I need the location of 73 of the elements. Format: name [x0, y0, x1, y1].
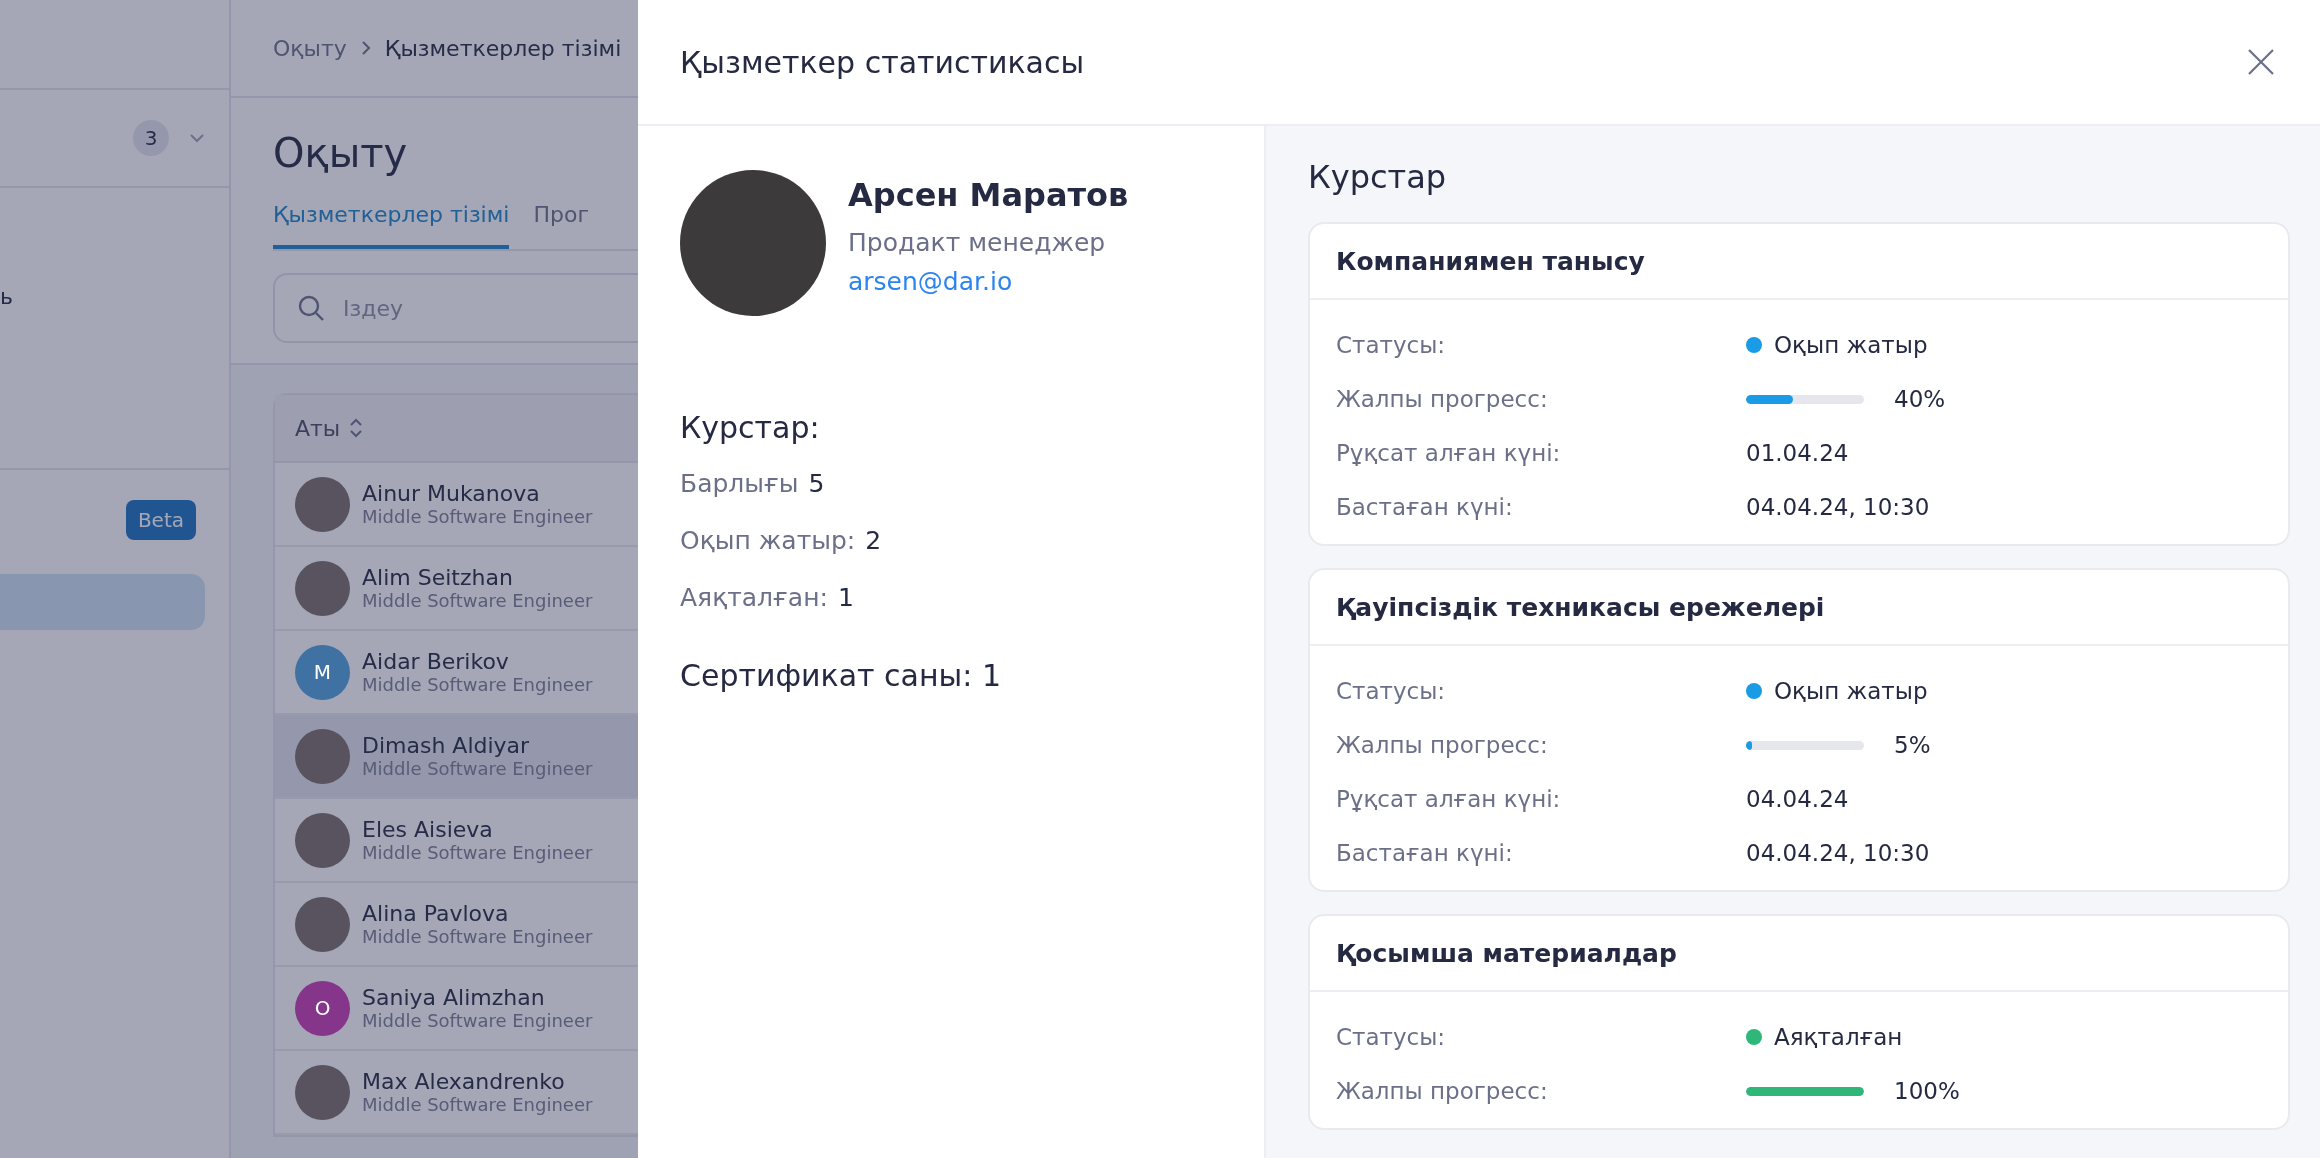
employee-role: Middle Software Engineer	[362, 926, 593, 947]
employee-name: Eles Aisieva	[362, 817, 494, 842]
employee-name: Saniya Alimzhan	[362, 985, 546, 1010]
avatar-initial: O	[295, 980, 350, 1036]
section-heading: Курстар	[1308, 158, 1448, 196]
count-badge: 3	[133, 120, 169, 156]
employee-role: Middle Software Engineer	[362, 842, 593, 863]
email-link[interactable]: arsen@dar.io	[848, 267, 1013, 296]
photo-placeholder	[295, 812, 350, 868]
employee-role: Middle Software Engineer	[362, 1094, 593, 1115]
stat-value: 2	[865, 526, 882, 555]
progress-value: 40%	[1894, 386, 1946, 412]
field-label: Статусы:	[1336, 678, 1447, 704]
photo-placeholder	[295, 560, 350, 616]
close-icon[interactable]	[2246, 47, 2276, 77]
photo-placeholder	[295, 896, 350, 952]
course-title: Компаниямен танысу	[1310, 224, 2288, 300]
chevron-down-icon[interactable]	[189, 133, 205, 143]
search-icon	[297, 294, 325, 322]
profile-position: Продакт менеджер	[848, 228, 1107, 257]
progress-value: 100%	[1894, 1078, 1960, 1104]
field-value: 01.04.24	[1746, 440, 1850, 466]
course-title: Қосымша материалдар	[1310, 916, 2288, 992]
employee-role: Middle Software Engineer	[362, 1010, 593, 1031]
progress-value: 5%	[1894, 732, 1931, 758]
breadcrumb-current: Қызметкерлер тізімі	[384, 35, 622, 61]
stat-label: Оқып жатыр:	[680, 526, 856, 555]
field-value: 04.04.24, 10:30	[1746, 840, 1931, 866]
chevron-right-icon	[360, 40, 371, 56]
employee-name: Dimash Aldiyar	[362, 733, 531, 758]
section-heading: Курстар:	[680, 410, 821, 445]
photo-placeholder	[295, 476, 350, 532]
field-label: Рұқсат алған күні:	[1336, 440, 1562, 466]
field-label: Жалпы прогресс:	[1336, 386, 1549, 412]
field-label: Жалпы прогресс:	[1336, 1078, 1549, 1104]
photo-placeholder	[295, 1064, 350, 1120]
breadcrumb-link[interactable]: Оқыту	[273, 35, 347, 61]
column-header[interactable]: Аты	[295, 415, 341, 441]
stat-label: Барлығы	[680, 469, 799, 498]
beta-badge: Beta	[125, 500, 196, 540]
employee-role: Middle Software Engineer	[362, 758, 593, 779]
status-text: Оқып жатыр	[1774, 332, 1928, 358]
employee-name: Alim Seitzhan	[362, 565, 514, 590]
page-title: Оқыту	[273, 130, 409, 176]
employee-role: Middle Software Engineer	[362, 506, 593, 527]
course-title: Қауіпсіздік техникасы ережелері	[1310, 570, 2288, 646]
status-text: Аяқталған	[1774, 1024, 1903, 1050]
employee-name: Alina Pavlova	[362, 901, 510, 926]
profile-name: Арсен Маратов	[848, 176, 1129, 214]
stat-label: Аяқталған:	[680, 583, 828, 612]
field-label: Бастаған күні:	[1336, 840, 1514, 866]
field-label: Жалпы прогресс:	[1336, 732, 1549, 758]
field-label: Бастаған күні:	[1336, 494, 1514, 520]
employee-name: Aidar Berikov	[362, 649, 510, 674]
employee-role: Middle Software Engineer	[362, 674, 593, 695]
employee-role: Middle Software Engineer	[362, 590, 593, 611]
field-label: Рұқсат алған күні:	[1336, 786, 1562, 812]
field-value: 04.04.24, 10:30	[1746, 494, 1931, 520]
menu-text: ь	[0, 284, 13, 309]
field-value: 04.04.24	[1746, 786, 1850, 812]
certificate-count: Сертификат саны: 1	[680, 658, 1002, 693]
tab[interactable]: Прог	[533, 202, 589, 249]
status-text: Оқып жатыр	[1774, 678, 1928, 704]
field-label: Статусы:	[1336, 332, 1447, 358]
sort-icon[interactable]	[348, 417, 365, 439]
drawer-title: Қызметкер статистикасы	[680, 44, 1085, 80]
photo-placeholder	[295, 728, 350, 784]
employee-name: Ainur Mukanova	[362, 481, 541, 506]
stat-value: 5	[808, 469, 825, 498]
field-label: Статусы:	[1336, 1024, 1447, 1050]
avatar-initial: M	[295, 644, 350, 700]
stat-value: 1	[837, 583, 854, 612]
employee-name: Max Alexandrenko	[362, 1069, 566, 1094]
